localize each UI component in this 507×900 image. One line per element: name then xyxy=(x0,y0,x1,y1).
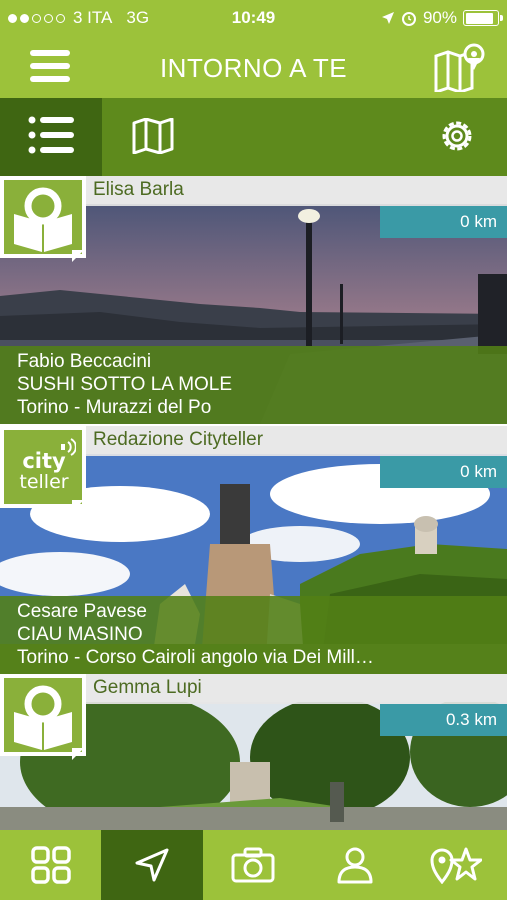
list-icon xyxy=(28,116,74,154)
nav-camera[interactable] xyxy=(203,830,304,900)
status-bar: 3 ITA 3G 10:49 90% xyxy=(0,0,507,36)
reader-icon xyxy=(14,685,72,750)
story-info: Fabio Beccacini SUSHI SOTTO LA MOLE Tori… xyxy=(0,346,507,424)
author-name: Redazione Cityteller xyxy=(93,429,264,450)
nav-around-you[interactable] xyxy=(101,830,203,900)
author-name: Elisa Barla xyxy=(93,179,184,200)
battery-percent: 90% xyxy=(422,8,457,27)
avatar: city teller xyxy=(0,426,86,512)
grid-icon xyxy=(30,846,71,884)
distance-badge: 0 km xyxy=(380,206,507,238)
cityteller-logo: city teller xyxy=(6,438,82,498)
story-title: CIAU MASINO xyxy=(17,624,143,645)
reader-icon xyxy=(14,187,72,252)
page-title: INTORNO A TE xyxy=(159,53,348,83)
logo-text-teller: teller xyxy=(19,471,69,493)
app-header: INTORNO A TE xyxy=(0,36,507,98)
story-title: SUSHI SOTTO LA MOLE xyxy=(17,374,233,395)
bottom-nav xyxy=(0,830,507,900)
user-icon xyxy=(337,847,373,884)
camera-icon xyxy=(231,847,275,883)
narrator-name: Cesare Pavese xyxy=(17,601,147,622)
map-pin-icon[interactable] xyxy=(432,42,486,92)
nav-favorite-places[interactable] xyxy=(406,830,507,900)
location-arrow-icon xyxy=(381,12,394,24)
story-info: Cesare Pavese CIAU MASINO Torino - Corso… xyxy=(0,596,507,674)
distance-badge: 0.3 km xyxy=(380,704,507,736)
nav-grid[interactable] xyxy=(0,830,101,900)
story-place: Torino - Corso Cairoli angolo via Dei Mi… xyxy=(17,647,374,668)
nav-profile[interactable] xyxy=(304,830,405,900)
distance-badge: 0 km xyxy=(380,456,507,488)
battery-icon xyxy=(463,10,503,26)
alarm-icon xyxy=(401,12,416,26)
story-card[interactable]: Redazione Cityteller 0 km city teller Ce… xyxy=(0,426,507,674)
speaker-waves-icon xyxy=(61,438,76,456)
story-card[interactable]: Gemma Lupi 0.3 km xyxy=(0,674,507,830)
gear-icon[interactable] xyxy=(438,117,476,155)
story-place: Torino - Murazzi del Po xyxy=(17,397,212,418)
navigation-arrow-icon xyxy=(135,848,169,882)
list-view-tab[interactable] xyxy=(0,98,102,176)
author-name: Gemma Lupi xyxy=(93,677,202,698)
status-right: 90% xyxy=(381,8,503,28)
location-star-icon xyxy=(430,847,483,884)
avatar xyxy=(0,176,86,262)
narrator-name: Fabio Beccacini xyxy=(17,351,152,372)
sub-toolbar xyxy=(0,98,507,176)
map-icon[interactable] xyxy=(132,118,174,154)
avatar xyxy=(0,674,86,760)
story-card[interactable]: Elisa Barla 0 km Fabio Beccacini SUSHI S… xyxy=(0,176,507,424)
